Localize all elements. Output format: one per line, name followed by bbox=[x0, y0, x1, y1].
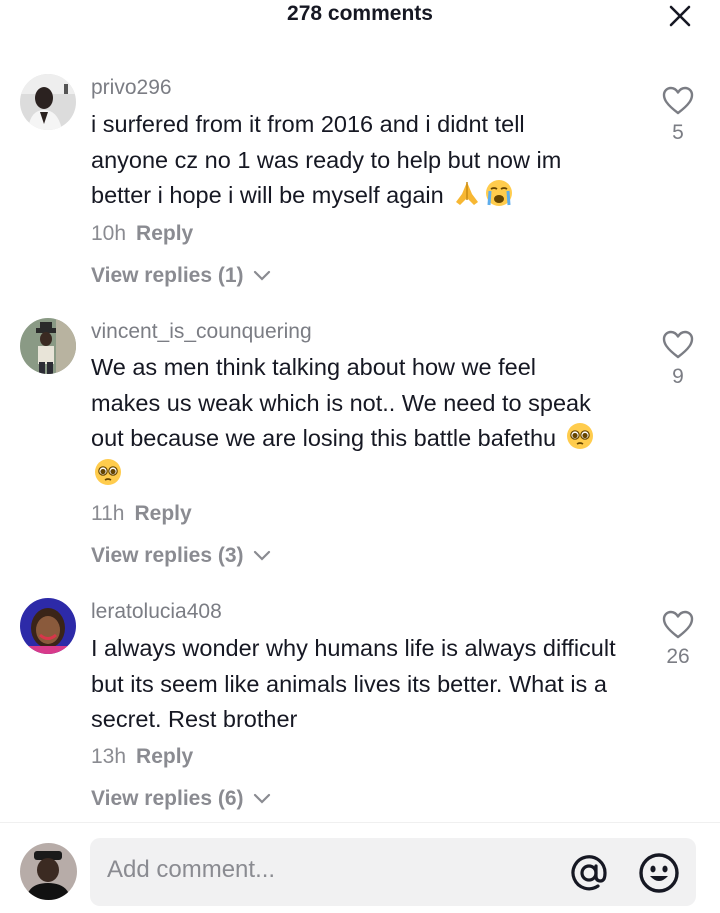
smiley-face-icon bbox=[639, 853, 679, 893]
folded-hands-emoji bbox=[452, 178, 482, 208]
heart-outline-icon bbox=[662, 610, 694, 639]
chevron-down-icon bbox=[254, 551, 271, 562]
comment-time: 13h bbox=[91, 745, 127, 768]
comment-time: 11h bbox=[91, 502, 125, 525]
at-sign-icon bbox=[571, 855, 607, 891]
like-button[interactable]: 5 bbox=[656, 86, 700, 145]
comment-list: privo296 i surfered from it from 2016 an… bbox=[0, 0, 720, 822]
reply-button[interactable]: Reply bbox=[136, 745, 193, 768]
comment-text: I always wonder why humans life is alway… bbox=[91, 631, 636, 738]
comment-username[interactable]: vincent_is_counquering bbox=[91, 320, 312, 344]
comment-time: 10h bbox=[91, 222, 127, 245]
current-user-avatar bbox=[20, 843, 77, 900]
pleading-face-emoji bbox=[93, 457, 123, 487]
reply-button[interactable]: Reply bbox=[134, 502, 191, 525]
comment-text: We as men think talking about how we fee… bbox=[91, 350, 611, 492]
avatar[interactable] bbox=[20, 74, 76, 130]
comment-body: I always wonder why humans life is alway… bbox=[91, 635, 616, 732]
emoji-button[interactable] bbox=[637, 851, 681, 895]
mention-button[interactable] bbox=[568, 852, 610, 894]
comment-composer: Add comment... bbox=[0, 822, 720, 913]
chevron-down-icon bbox=[254, 794, 271, 805]
comment-username[interactable]: leratolucia408 bbox=[91, 600, 222, 624]
view-replies-button[interactable]: View replies (6) bbox=[91, 787, 271, 811]
view-replies-button[interactable]: View replies (3) bbox=[91, 544, 271, 568]
comment-meta: 11h Reply bbox=[91, 502, 192, 526]
like-count: 9 bbox=[672, 365, 684, 388]
comment-username[interactable]: privo296 bbox=[91, 76, 172, 100]
comment-input[interactable]: Add comment... bbox=[90, 838, 696, 906]
like-button[interactable]: 9 bbox=[656, 330, 700, 389]
loudly-crying-face-emoji bbox=[484, 178, 514, 208]
avatar[interactable] bbox=[20, 318, 76, 374]
avatar[interactable] bbox=[20, 598, 76, 654]
comment-meta: 10h Reply bbox=[91, 222, 193, 246]
view-replies-label: View replies (3) bbox=[91, 544, 244, 567]
reply-button[interactable]: Reply bbox=[136, 222, 193, 245]
comment-meta: 13h Reply bbox=[91, 745, 193, 769]
like-count: 5 bbox=[672, 121, 684, 144]
heart-outline-icon bbox=[662, 330, 694, 359]
pleading-face-emoji bbox=[565, 421, 595, 451]
comment-body: We as men think talking about how we fee… bbox=[91, 354, 591, 451]
comment-input-placeholder: Add comment... bbox=[107, 856, 276, 883]
view-replies-label: View replies (6) bbox=[91, 787, 244, 810]
like-count: 26 bbox=[666, 645, 690, 668]
view-replies-label: View replies (1) bbox=[91, 264, 244, 287]
comment-text: i surfered from it from 2016 and i didnt… bbox=[91, 107, 571, 214]
chevron-down-icon bbox=[254, 271, 271, 282]
heart-outline-icon bbox=[662, 86, 694, 115]
view-replies-button[interactable]: View replies (1) bbox=[91, 264, 271, 288]
like-button[interactable]: 26 bbox=[656, 610, 700, 669]
